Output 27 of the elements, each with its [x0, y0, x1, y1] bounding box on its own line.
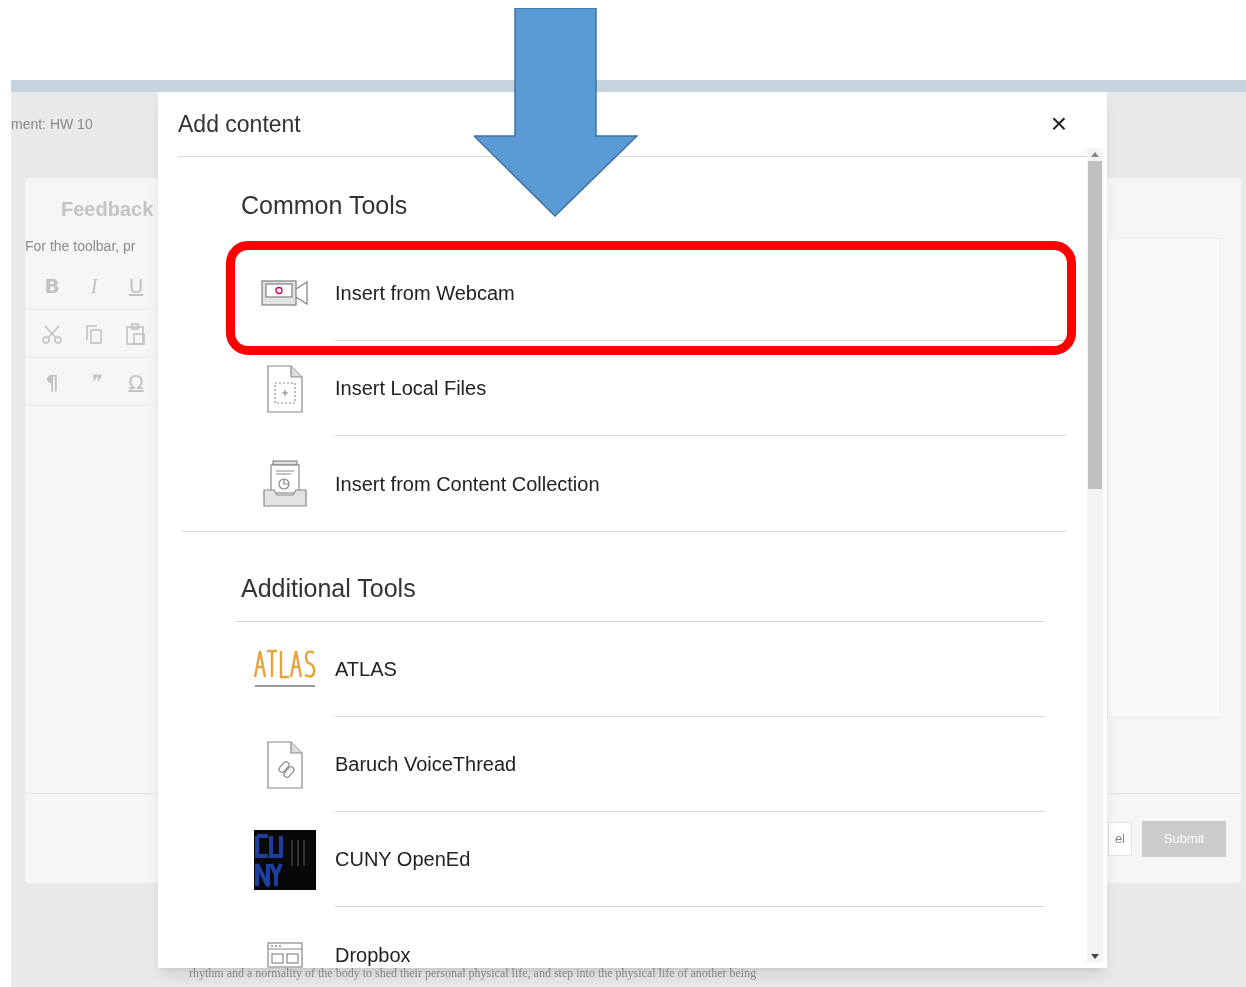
tool-link[interactable]: Dropbox: [335, 939, 411, 968]
section-heading: Common Tools: [241, 191, 408, 219]
window-icon: [267, 941, 303, 968]
tool-link[interactable]: CUNY OpenEd: [335, 844, 471, 874]
dialog-title: Add content: [178, 109, 301, 139]
inbox-document-icon: [263, 459, 307, 508]
tool-link[interactable]: Insert from Webcam: [335, 278, 515, 308]
scroll-down-icon[interactable]: [1091, 954, 1099, 960]
tool-link[interactable]: Baruch VoiceThread: [335, 749, 517, 779]
section-heading: Additional Tools: [241, 574, 416, 602]
cuny-logo: [254, 829, 316, 890]
video-camera-icon: [261, 278, 309, 309]
tool-link[interactable]: Insert Local Files: [335, 373, 487, 403]
cancel-button[interactable]: el: [1107, 821, 1132, 856]
hint-text: For the toolbar, pr: [25, 238, 136, 254]
scroll-thumb[interactable]: [1088, 161, 1102, 489]
paste-icon[interactable]: [125, 322, 147, 345]
tool-link[interactable]: Insert from Content Collection: [335, 468, 600, 499]
tool-link[interactable]: ATLAS: [335, 654, 397, 684]
body-text: rhythm and a normality of the body to shed their personal physical life, and step into the physical life of another being: [189, 966, 757, 980]
close-button[interactable]: ×: [1050, 110, 1087, 138]
scrollbar[interactable]: [1087, 148, 1103, 963]
file-link-icon: [267, 740, 303, 789]
copy-icon[interactable]: [83, 322, 105, 345]
file-add-icon: [267, 364, 303, 413]
scroll-up-icon[interactable]: [1091, 151, 1099, 157]
assignment-title: ment: HW 10: [11, 116, 93, 132]
